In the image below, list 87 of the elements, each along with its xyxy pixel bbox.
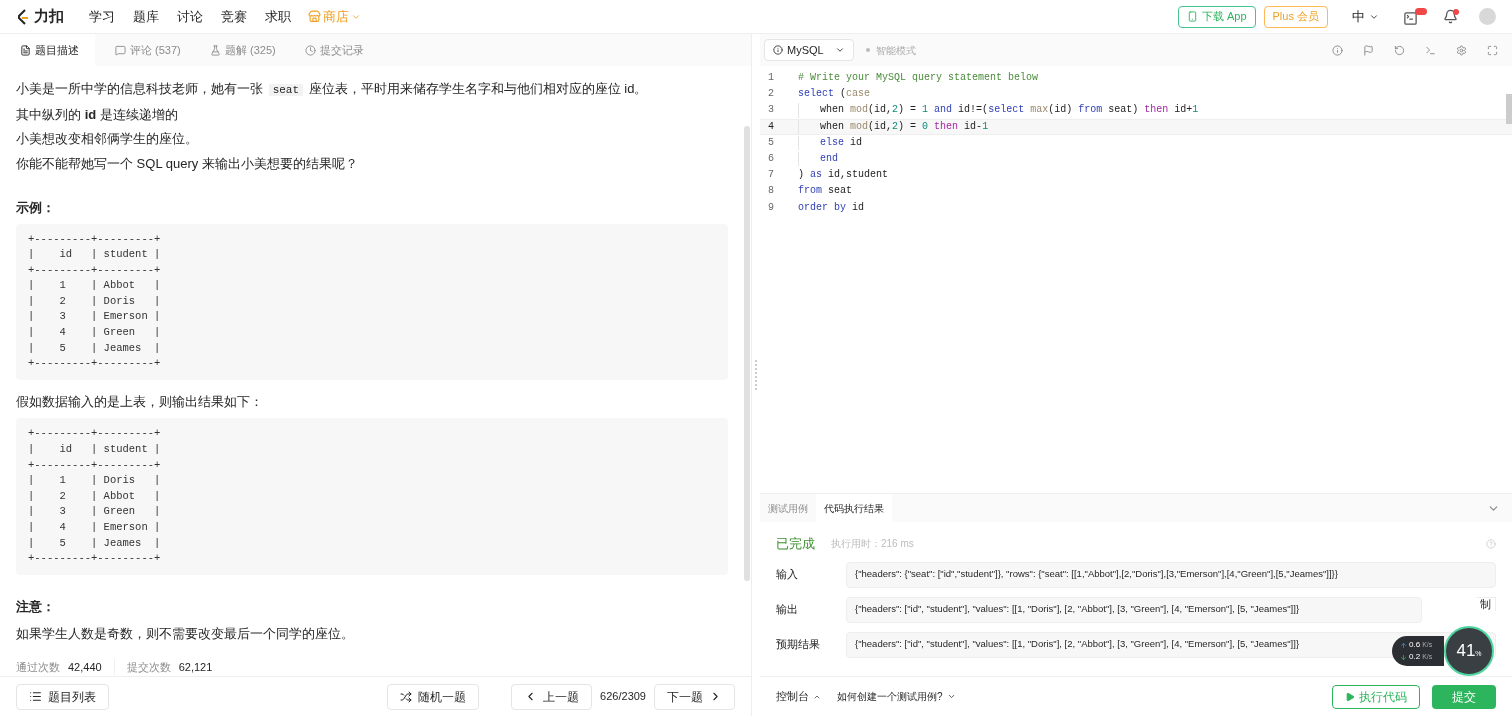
code-line: select (case (797, 87, 871, 102)
info-icon[interactable] (1332, 44, 1343, 56)
notification-icon[interactable] (1443, 8, 1459, 25)
stat-value: 62,121 (178, 659, 213, 675)
stat-label: 提交次数 (126, 659, 171, 675)
logo-icon[interactable] (16, 8, 30, 25)
nav-link[interactable]: 竞赛 (221, 6, 247, 27)
copy-button[interactable]: 制 (1476, 596, 1496, 611)
line-number: 4 (767, 119, 775, 134)
code-line: # Write your MySQL query statement below (797, 71, 1039, 85)
status-text: 已完成 (776, 535, 815, 553)
download-icon (1400, 653, 1407, 661)
description-paragraph: 小美想改变相邻俩学生的座位。 (16, 130, 199, 148)
description-paragraph: 如果学生人数是奇数，则不需要改变最后一个同学的座位。 (16, 625, 355, 644)
code-line: when mod(id,2) = 0 then id-1 (798, 119, 989, 134)
code-line: else id (798, 135, 863, 150)
fullscreen-icon[interactable] (1487, 44, 1498, 56)
code-line: order by id (797, 200, 865, 215)
line-number: 2 (767, 87, 775, 102)
result-label: 预期结果 (776, 637, 821, 653)
caret-icon (946, 692, 956, 701)
play-icon (1345, 691, 1355, 702)
result-value: {"headers": {"seat": ["id","student"]}, "rows": {"seat": [[1,"Abbot"],[2,"Doris"],[3,"Emerson"],[4,"Green"],[5,"Jeames"]]}} (846, 561, 1496, 588)
logo-text[interactable]: 力扣 (34, 5, 64, 28)
flask-icon (210, 44, 221, 56)
stat-value: 42,440 (68, 659, 102, 675)
terminal-icon[interactable] (1425, 44, 1436, 56)
language-selector[interactable]: 中 (1352, 6, 1379, 27)
code-line: ) as id,student (797, 168, 889, 183)
result-tab[interactable]: 测试用例 (760, 494, 816, 522)
example-table: +---------+---------+ | id | student | +---------+---------+ | 1 | Doris | | 2 | Abbot | | 3 | Green | | 4 | Emerson | | 5 | Jeames | +---------+---------+ (16, 418, 728, 575)
console-toggle[interactable]: 控制台 (776, 688, 821, 705)
flag-icon[interactable] (1363, 44, 1374, 56)
language-dropdown[interactable]: MySQL (764, 39, 854, 61)
nav-link[interactable]: 题库 (133, 6, 159, 27)
description-paragraph: 小美是一所中学的信息科技老师，她有一张 seat 座位表，平时用来储存学生名字和与他们相对应的座位 id。 (16, 80, 649, 98)
section-heading: 注意： (16, 597, 56, 616)
nav-link[interactable]: 求职 (265, 6, 291, 27)
code-line: when mod(id,2) = 1 and id!=(select max(id) from seat) then id+1 (798, 103, 1199, 118)
description-paragraph: 假如数据输入的是上表，则输出结果如下： (16, 392, 264, 411)
code-line: from seat (797, 184, 853, 199)
description-paragraph: 你能不能帮她写一个 SQL query 来输出小美想要的结果呢？ (16, 154, 359, 173)
store-icon (308, 10, 321, 23)
resize-handle[interactable] (755, 360, 757, 390)
line-number: 5 (767, 135, 775, 150)
result-value: {"headers": ["id", "student"], "values": [[1, "Doris"], [2, "Abbot"], [3, "Green"], [4, "Emerson"], [5, "Jeames"]]} (846, 596, 1422, 623)
clock-icon (305, 44, 316, 56)
problem-list-button[interactable]: 题目列表 (16, 683, 109, 710)
example-table: +---------+---------+ | id | student | +---------+---------+ | 1 | Abbot | | 2 | Doris | | 3 | Emerson | | 4 | Green | | 5 | Jeames | +---------+---------+ (16, 223, 728, 380)
line-number: 1 (767, 71, 775, 85)
result-label: 输入 (776, 567, 799, 583)
nav-link[interactable]: 学习 (89, 6, 115, 27)
nav-link[interactable]: 讨论 (177, 6, 203, 27)
result-label: 输出 (776, 602, 799, 618)
stat-label: 通过次数 (16, 659, 60, 675)
description-paragraph: 其中纵列的 id 是连续递增的 (16, 105, 179, 124)
avatar[interactable] (1479, 8, 1496, 25)
random-problem-button[interactable]: 随机一题 (387, 683, 480, 710)
upload-speed: 0.6 (1409, 639, 1421, 651)
test-case-help-link[interactable]: 如何创建一个测试用例? (837, 689, 956, 704)
upload-icon (1400, 641, 1407, 649)
console-icon[interactable] (1403, 7, 1427, 26)
next-button[interactable]: 下一题 (654, 683, 735, 710)
document-icon (20, 44, 31, 56)
code-line: end (798, 152, 838, 167)
scrollbar[interactable] (744, 126, 750, 581)
editor-scrollbar[interactable] (1506, 94, 1512, 124)
previous-button[interactable]: 上一题 (511, 683, 593, 710)
line-number: 6 (767, 152, 775, 166)
list-icon (29, 690, 42, 703)
line-number: 9 (767, 200, 775, 215)
comment-icon (115, 44, 126, 56)
info-icon (773, 45, 783, 55)
section-heading: 示例： (16, 199, 56, 217)
tab[interactable]: 题目描述 (0, 34, 95, 66)
line-number: 7 (767, 168, 775, 183)
result-tab[interactable]: 代码执行结果 (816, 494, 892, 522)
phone-icon (1186, 11, 1198, 22)
runtime-text: 执行用时：216 ms (831, 537, 914, 552)
settings-icon[interactable] (1456, 44, 1467, 56)
reset-icon[interactable] (1394, 44, 1405, 56)
caret-icon (835, 45, 845, 55)
line-number: 8 (767, 184, 775, 199)
help-icon[interactable] (1486, 538, 1496, 549)
page-counter: 626/2309 (600, 689, 646, 705)
shuffle-icon (400, 690, 413, 703)
line-number: 3 (767, 103, 775, 118)
